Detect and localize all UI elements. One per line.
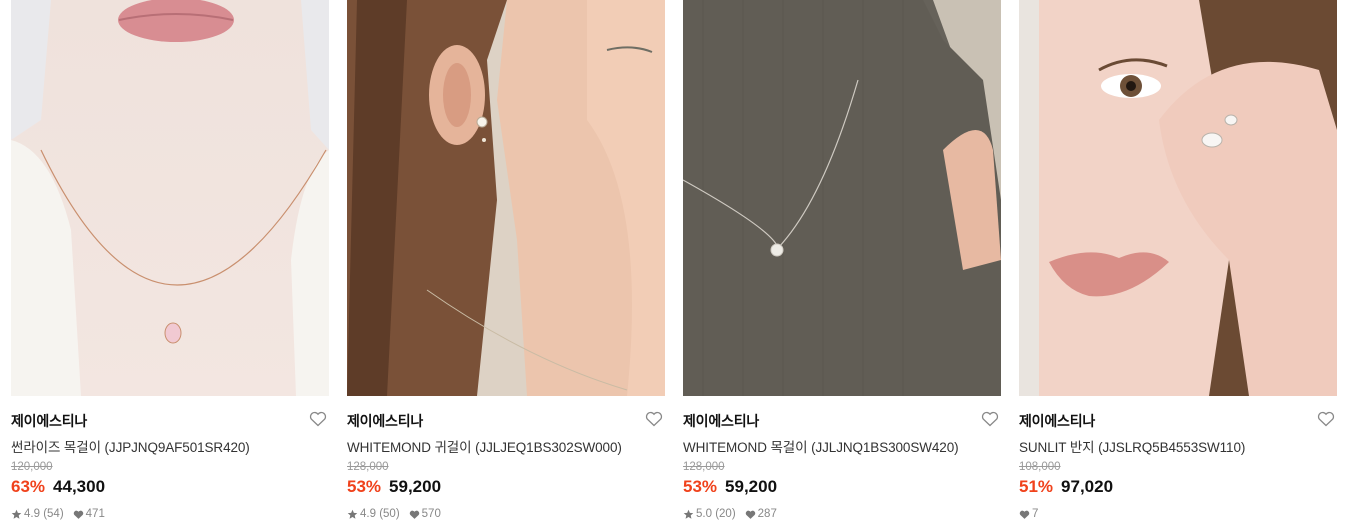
review-count: (50) (379, 508, 400, 520)
sale-price: 59,200 (725, 477, 778, 496)
brand-name[interactable]: 제이에스티나 (683, 411, 759, 431)
price-line: 53% 59,200 (347, 477, 441, 497)
favorite-heart-icon[interactable] (981, 411, 999, 427)
brand-name[interactable]: 제이에스티나 (347, 411, 423, 431)
heart-filled-icon (409, 509, 420, 520)
like-count: 570 (421, 508, 441, 520)
product-title[interactable]: SUNLIT 반지 (JJSLRQ5B4553SW110) (1019, 436, 1245, 456)
product-card[interactable]: 제이에스티나 썬라이즈 목걸이 (JJPJNQ9AF501SR420) 120,… (11, 0, 329, 530)
rating-value: 4.9 (360, 508, 376, 520)
original-price: 128,000 (683, 461, 725, 473)
likes: 7 (1019, 508, 1038, 520)
likes: 471 (73, 508, 105, 520)
price-line: 53% 59,200 (683, 477, 777, 497)
sale-price: 59,200 (389, 477, 442, 496)
product-image[interactable] (11, 0, 329, 396)
sale-price: 44,300 (53, 477, 106, 496)
product-card[interactable]: 제이에스티나 WHITEMOND 귀걸이 (JJLJEQ1BS302SW000)… (347, 0, 665, 530)
discount-rate: 51% (1019, 477, 1054, 496)
product-stats: 4.9 (50) 570 (347, 508, 450, 520)
product-title[interactable]: 썬라이즈 목걸이 (JJPJNQ9AF501SR420) (11, 436, 250, 456)
product-stats: 4.9 (54) 471 (11, 508, 114, 520)
like-count: 287 (757, 508, 777, 520)
discount-rate: 53% (683, 477, 718, 496)
product-card[interactable]: 제이에스티나 SUNLIT 반지 (JJSLRQ5B4553SW110) 108… (1019, 0, 1337, 530)
heart-filled-icon (1019, 509, 1030, 520)
discount-rate: 63% (11, 477, 46, 496)
rating: 5.0 (20) (683, 508, 736, 520)
heart-filled-icon (73, 509, 84, 520)
like-count: 471 (85, 508, 105, 520)
product-image[interactable] (683, 0, 1001, 396)
star-icon (347, 509, 358, 520)
product-image[interactable] (1019, 0, 1337, 396)
discount-rate: 53% (347, 477, 382, 496)
heart-filled-icon (745, 509, 756, 520)
rating: 4.9 (50) (347, 508, 400, 520)
price-line: 51% 97,020 (1019, 477, 1113, 497)
product-card[interactable]: 제이에스티나 WHITEMOND 목걸이 (JJLJNQ1BS300SW420)… (683, 0, 1001, 530)
sale-price: 97,020 (1061, 477, 1114, 496)
price-line: 63% 44,300 (11, 477, 105, 497)
original-price: 120,000 (11, 461, 53, 473)
product-title[interactable]: WHITEMOND 목걸이 (JJLJNQ1BS300SW420) (683, 436, 959, 456)
likes: 287 (745, 508, 777, 520)
review-count: (54) (43, 508, 64, 520)
star-icon (683, 509, 694, 520)
rating: 4.9 (54) (11, 508, 64, 520)
product-grid: 제이에스티나 썬라이즈 목걸이 (JJPJNQ9AF501SR420) 120,… (11, 0, 1337, 530)
brand-name[interactable]: 제이에스티나 (1019, 411, 1095, 431)
product-title[interactable]: WHITEMOND 귀걸이 (JJLJEQ1BS302SW000) (347, 436, 622, 456)
product-stats: 7 (1019, 508, 1047, 520)
favorite-heart-icon[interactable] (1317, 411, 1335, 427)
product-image[interactable] (347, 0, 665, 396)
favorite-heart-icon[interactable] (309, 411, 327, 427)
review-count: (20) (715, 508, 736, 520)
likes: 570 (409, 508, 441, 520)
product-stats: 5.0 (20) 287 (683, 508, 786, 520)
original-price: 108,000 (1019, 461, 1061, 473)
star-icon (11, 509, 22, 520)
favorite-heart-icon[interactable] (645, 411, 663, 427)
original-price: 128,000 (347, 461, 389, 473)
brand-name[interactable]: 제이에스티나 (11, 411, 87, 431)
like-count: 7 (1032, 508, 1039, 520)
rating-value: 5.0 (696, 508, 712, 520)
rating-value: 4.9 (24, 508, 40, 520)
